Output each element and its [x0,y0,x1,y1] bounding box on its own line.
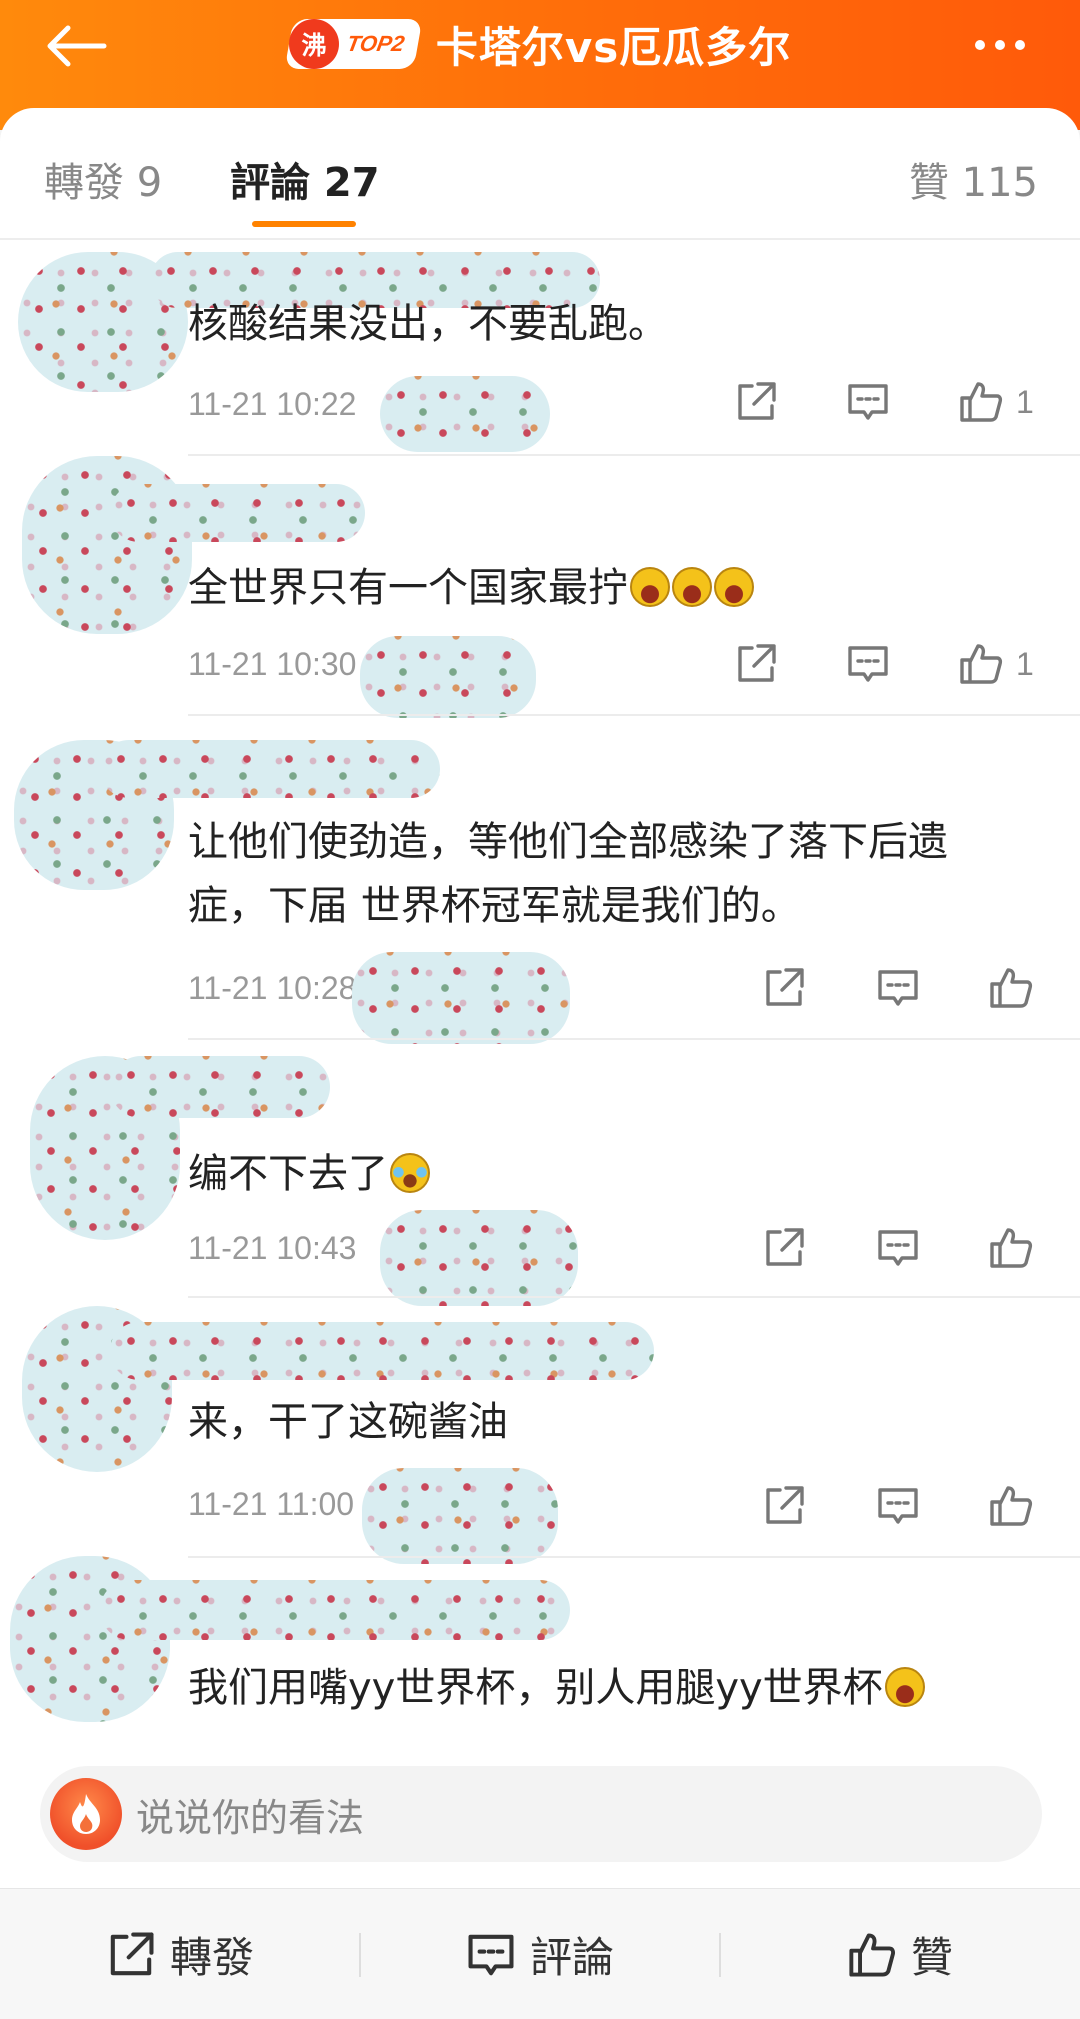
comment-text: 编不下去了 [188,1142,1048,1206]
bottom-repost-button[interactable]: 轉發 [0,1889,360,2019]
bottom-comment-button[interactable]: 評論 [360,1889,720,2019]
comment-button[interactable] [846,380,890,424]
redacted-mark [362,1468,558,1564]
comment-text: 我们用嘴yy世界杯，别人用腿yy世界杯 [188,1656,1068,1720]
bottom-like-label: 贊 [910,1933,953,1982]
page-title: 卡塔尔vs厄瓜多尔 [435,22,792,72]
like-button[interactable] [988,966,1034,1010]
crying-emoji-icon [390,1153,430,1193]
divider [188,1038,1080,1040]
like-button[interactable] [988,1226,1034,1270]
comment-time: 11-21 10:30 [188,646,357,682]
comment-text: 来，干了这碗酱油 [188,1399,508,1445]
username-redacted[interactable] [100,740,440,798]
bottom-comment-label: 評論 [529,1933,614,1982]
comment-time: 11-21 10:22 [188,386,357,422]
comment-text: 核酸结果没出，不要乱跑。 [188,301,668,347]
redacted-mark [380,376,550,452]
bottom-like-button[interactable]: 贊 [720,1889,1080,2019]
comment-icon [878,1488,918,1524]
comment-button[interactable] [876,966,920,1010]
share-icon [738,644,776,682]
title-area: 沸 TOP2 卡塔尔vs厄瓜多尔 [0,14,1080,74]
username-redacted[interactable] [100,1580,570,1640]
comment-icon [848,384,888,420]
bottom-repost-label: 轉發 [169,1933,254,1982]
username-redacted[interactable] [110,484,365,542]
repost-button[interactable] [734,642,778,686]
hot-badge-rank: TOP2 [344,31,407,56]
comment-time: 11-21 10:43 [188,1230,357,1266]
repost-button[interactable] [762,1226,806,1270]
avatar[interactable] [22,456,192,634]
input-placeholder: 说说你的看法 [136,1795,365,1840]
comment-icon [468,1934,514,1975]
repost-button[interactable] [762,1484,806,1528]
username-redacted[interactable] [110,1322,654,1380]
thumbs-up-icon [990,1228,1033,1268]
share-icon [766,968,804,1006]
repost-button[interactable] [734,380,778,424]
comment-text: 全世界只有一个国家最拧 [188,556,1048,620]
divider [0,238,1080,240]
like-button[interactable]: 1 [958,380,1034,424]
like-count: 1 [1016,383,1034,420]
thumbs-up-icon [960,644,1003,684]
redacted-mark [380,1210,578,1306]
comment-icon [878,970,918,1006]
like-button[interactable] [988,1484,1034,1528]
fire-icon [50,1778,122,1850]
comment-button[interactable] [876,1226,920,1270]
username-redacted[interactable] [110,1056,330,1118]
share-icon [766,1486,804,1524]
thumbs-up-icon [849,1932,895,1977]
share-icon [110,1932,154,1975]
comment-button[interactable] [846,642,890,686]
hot-badge-char: 沸 [288,19,339,69]
thumbs-up-icon [990,968,1033,1008]
divider [188,454,1080,456]
comment-text: 让他们使劲造，等他们全部感染了落下后遗 症，下届 世界杯冠军就是我们的。 [188,819,948,929]
share-icon [766,1228,804,1266]
redacted-mark [352,952,570,1044]
comment-time: 11-21 11:00 [188,1486,355,1522]
bottom-action-bar: 轉發 評論 贊 [0,1888,1080,2019]
thumbs-up-icon [960,382,1003,422]
more-button[interactable] [960,20,1040,70]
comment-icon [878,1230,918,1266]
thumbs-up-icon [990,1486,1033,1526]
laugh-emoji-icon [884,1667,925,1707]
comment-input[interactable]: 说说你的看法 [40,1766,1042,1862]
laugh-emoji-icon [714,567,754,607]
tab-likes[interactable]: 贊 115 [909,150,1038,208]
like-count: 1 [1016,645,1034,682]
like-button[interactable]: 1 [958,642,1034,686]
share-icon [738,382,776,420]
more-dots-icon [975,40,985,50]
divider [188,1296,1080,1298]
tab-bar: 轉發 9 評論 27 贊 115 [0,108,1080,240]
divider [188,1556,1080,1558]
active-tab-indicator [252,221,356,227]
laugh-emoji-icon [672,567,712,607]
comment-time: 11-21 10:28 [188,970,357,1006]
tab-repost[interactable]: 轉發 9 [44,150,162,208]
redacted-mark [360,636,536,718]
tab-comments[interactable]: 評論 27 [230,150,380,208]
comment-icon [848,646,888,682]
laugh-emoji-icon [630,567,670,607]
comment-button[interactable] [876,1484,920,1528]
hot-rank-badge: 沸 TOP2 [284,19,423,69]
repost-button[interactable] [762,966,806,1010]
divider [188,714,1080,716]
